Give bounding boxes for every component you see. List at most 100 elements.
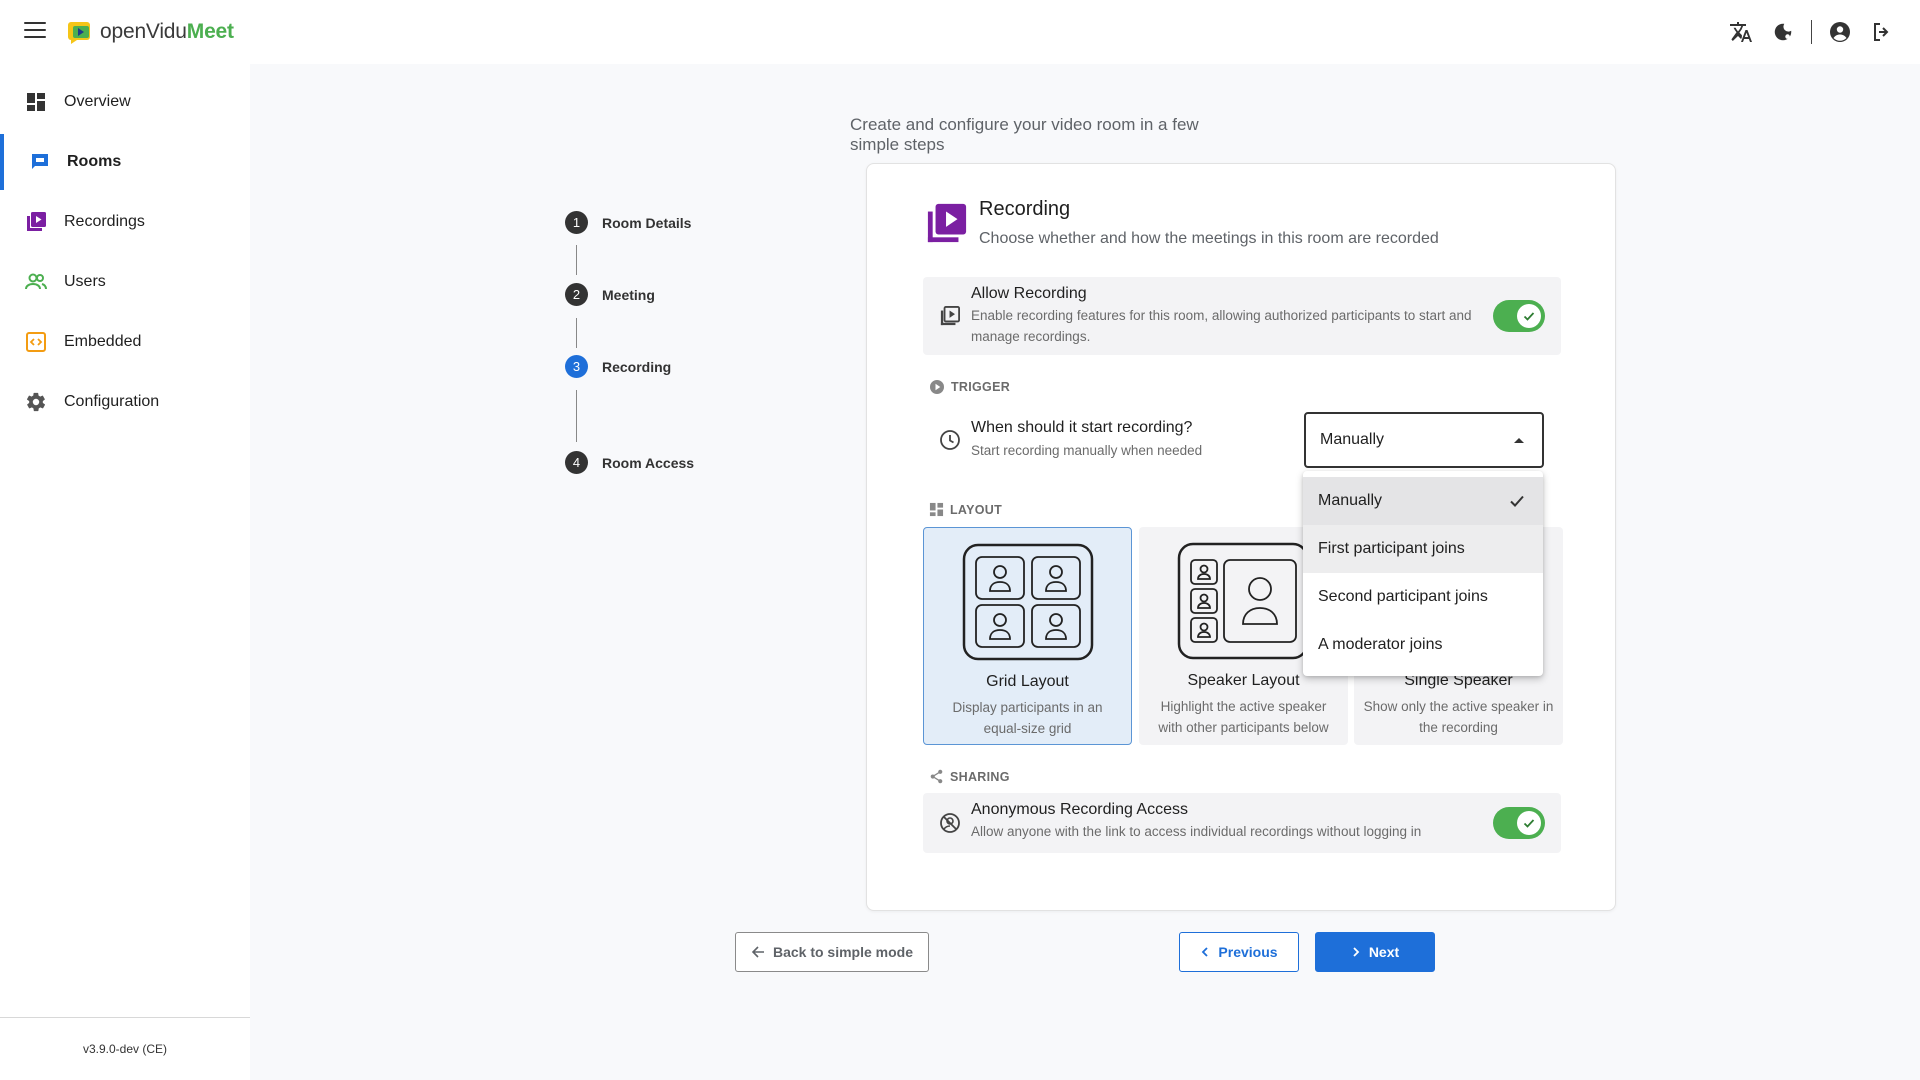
step-label: Room Details: [602, 214, 692, 231]
clock-icon: [939, 429, 961, 451]
version-label: v3.9.0-dev (CE): [0, 1017, 250, 1080]
card-subtitle: Choose whether and how the meetings in t…: [979, 230, 1439, 247]
step-label: Room Access: [602, 454, 695, 471]
trigger-desc: Start recording manually when needed: [971, 443, 1203, 458]
anonymous-access-toggle[interactable]: [1493, 807, 1545, 839]
layout-option-grid[interactable]: Grid Layout Display participants in an e…: [923, 527, 1132, 745]
top-bar: openViduMeet: [0, 0, 1920, 64]
dark-mode-icon[interactable]: [1769, 18, 1797, 46]
trigger-option-moderator[interactable]: A moderator joins: [1303, 621, 1543, 669]
layout-desc: Show only the active speaker in the reco…: [1363, 699, 1554, 735]
button-label: Back to simple mode: [772, 944, 914, 960]
logout-icon[interactable]: [1868, 18, 1896, 46]
anonymous-access-title: Anonymous Recording Access: [971, 801, 1188, 818]
step-connector: [576, 390, 577, 442]
caret-up-icon: [1514, 438, 1524, 443]
translate-icon[interactable]: [1727, 18, 1755, 46]
sidebar-item-label: Embedded: [64, 333, 142, 350]
sidebar-item-configuration[interactable]: Configuration: [0, 374, 250, 430]
step-meeting[interactable]: 2 Meeting: [565, 283, 655, 306]
dashboard-icon: [25, 91, 47, 113]
anonymous-access-panel: Anonymous Recording Access Allow anyone …: [923, 793, 1561, 853]
step-label: Meeting: [602, 286, 655, 303]
previous-button[interactable]: Previous: [1179, 932, 1299, 972]
layout-title: Grid Layout: [986, 673, 1069, 690]
sidebar-item-users[interactable]: Users: [0, 254, 250, 310]
layout-desc: Highlight the active speaker with other …: [1158, 699, 1329, 735]
anonymous-access-desc: Allow anyone with the link to access ind…: [971, 824, 1422, 839]
step-label: Recording: [602, 358, 672, 375]
step-number: 3: [565, 355, 588, 378]
next-button[interactable]: Next: [1315, 932, 1435, 972]
sidebar-item-label: Recordings: [64, 213, 145, 230]
step-connector: [576, 245, 577, 275]
app-logo[interactable]: openViduMeet: [68, 20, 234, 44]
chevron-right-icon: [1353, 947, 1360, 957]
sharing-section-header: SHARING: [929, 769, 1010, 784]
logo-icon: [68, 20, 94, 44]
sidebar-item-embedded[interactable]: Embedded: [0, 314, 250, 370]
allow-recording-title: Allow Recording: [971, 285, 1087, 302]
sidebar-item-overview[interactable]: Overview: [0, 74, 250, 130]
section-label: TRIGGER: [951, 380, 1011, 394]
people-icon: [25, 271, 47, 293]
trigger-select-value: Manually: [1320, 431, 1385, 448]
logo-text: openViduMeet: [100, 20, 234, 43]
top-divider: [1811, 20, 1812, 44]
trigger-dropdown-menu: Manually First participant joins Second …: [1303, 471, 1543, 676]
layout-section-header: LAYOUT: [929, 502, 1002, 517]
sidebar-item-rooms[interactable]: Rooms: [0, 134, 250, 190]
arrow-left-icon: [751, 946, 764, 958]
back-to-simple-mode-button[interactable]: Back to simple mode: [735, 932, 929, 972]
share-icon: [930, 769, 943, 784]
grid-layout-icon: [962, 543, 1094, 661]
menu-icon[interactable]: [24, 22, 46, 40]
layout-desc: Display participants in an equal-size gr…: [952, 700, 1103, 736]
allow-recording-desc: Enable recording features for this room,…: [971, 308, 1472, 344]
check-icon: [1517, 304, 1541, 328]
sidebar-item-recordings[interactable]: Recordings: [0, 194, 250, 250]
trigger-title: When should it start recording?: [971, 419, 1193, 436]
option-label: First participant joins: [1318, 540, 1465, 557]
check-icon: [1517, 811, 1541, 835]
card-title: Recording: [979, 198, 1071, 220]
check-icon: [1510, 495, 1524, 507]
gear-icon: [25, 391, 47, 413]
sidebar-item-label: Rooms: [67, 153, 122, 170]
button-label: Next: [1368, 944, 1400, 960]
step-connector: [576, 318, 577, 348]
option-label: Second participant joins: [1318, 588, 1488, 605]
button-label: Previous: [1218, 944, 1278, 960]
trigger-select[interactable]: Manually: [1304, 412, 1544, 468]
allow-recording-panel: Allow Recording Enable recording feature…: [923, 277, 1561, 355]
chat-icon: [29, 151, 51, 173]
trigger-option-second-participant[interactable]: Second participant joins: [1303, 573, 1543, 621]
video-library-icon: [25, 211, 47, 233]
sidebar-item-label: Configuration: [64, 393, 160, 410]
trigger-section-header: TRIGGER: [929, 379, 1010, 395]
step-number: 2: [565, 283, 588, 306]
play-circle-icon: [930, 380, 944, 394]
step-number: 4: [565, 451, 588, 474]
page-subtitle: Create and configure your video room in …: [850, 115, 1199, 154]
step-recording[interactable]: 3 Recording: [565, 355, 671, 378]
top-actions: [1727, 18, 1896, 46]
option-label: A moderator joins: [1318, 636, 1443, 653]
section-label: LAYOUT: [950, 502, 1003, 517]
sidebar-item-label: Overview: [64, 93, 131, 110]
video-library-icon: [939, 305, 961, 327]
chevron-left-icon: [1202, 947, 1209, 957]
video-library-icon: [926, 202, 968, 244]
no-account-icon: [939, 812, 961, 834]
account-icon[interactable]: [1826, 18, 1854, 46]
sidebar: Overview Rooms Recordings Users Embedded…: [0, 64, 250, 1080]
option-label: Manually: [1318, 492, 1383, 509]
trigger-option-first-participant[interactable]: First participant joins: [1303, 525, 1543, 573]
step-room-details[interactable]: 1 Room Details: [565, 211, 691, 234]
step-number: 1: [565, 211, 588, 234]
trigger-option-manually[interactable]: Manually: [1303, 477, 1543, 525]
allow-recording-toggle[interactable]: [1493, 300, 1545, 332]
speaker-layout-icon: [1177, 542, 1309, 660]
step-room-access[interactable]: 4 Room Access: [565, 451, 694, 474]
sidebar-item-label: Users: [64, 273, 106, 290]
